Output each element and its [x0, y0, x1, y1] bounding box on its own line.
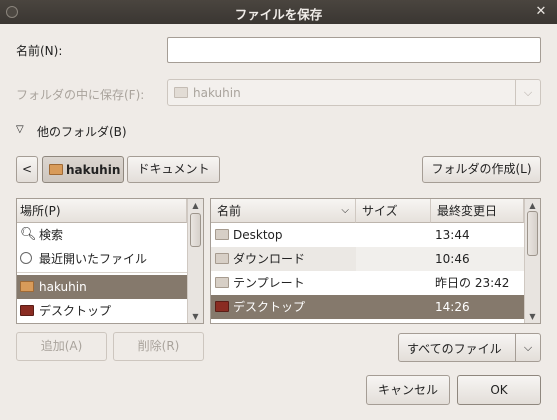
title-bar[interactable]: ファイルを保存 ✕: [0, 0, 557, 24]
file-size: [356, 247, 431, 271]
scroll-down-icon[interactable]: ▼: [525, 312, 540, 321]
places-header[interactable]: 場所(P): [17, 199, 187, 223]
file-modified: 昨日の 23:42: [435, 276, 510, 290]
folder-icon: [174, 87, 188, 98]
sort-chevron-down-icon: ⌵: [341, 205, 349, 216]
file-row[interactable]: Desktop 13:44: [211, 223, 524, 247]
clock-icon: [20, 252, 32, 264]
add-bookmark-button[interactable]: 追加(A): [16, 332, 107, 361]
desktop-folder-icon: [215, 301, 229, 312]
path-back-button[interactable]: <: [16, 156, 38, 183]
save-in-label: フォルダの中に保存(F):: [16, 88, 145, 102]
desktop-icon: [20, 305, 34, 316]
file-name: デスクトップ: [233, 300, 306, 314]
places-item-search[interactable]: 🔍︎ 検索: [17, 223, 187, 247]
templates-folder-icon: [215, 277, 229, 288]
places-pane: 場所(P) 🔍︎ 検索 最近開いたファイル hakuhin デスクトップ ▲ ▼: [16, 198, 204, 324]
save-file-dialog: ファイルを保存 ✕ 名前(N): フォルダの中に保存(F): hakuhin ⌵…: [0, 0, 557, 420]
places-item-desktop[interactable]: デスクトップ: [17, 299, 187, 323]
file-row[interactable]: テンプレート 昨日の 23:42: [211, 271, 524, 295]
places-item-label: デスクトップ: [39, 304, 112, 318]
places-scrollbar[interactable]: ▲ ▼: [187, 199, 203, 323]
path-current-label: hakuhin: [66, 163, 121, 177]
cancel-button[interactable]: キャンセル: [366, 375, 450, 405]
home-folder-icon: [49, 164, 63, 175]
column-size[interactable]: サイズ: [356, 199, 431, 223]
places-item-label: 検索: [39, 228, 64, 242]
remove-bookmark-button[interactable]: 削除(R): [113, 332, 204, 361]
places-item-label: 最近開いたファイル: [39, 252, 148, 266]
files-scrollbar[interactable]: ▲ ▼: [524, 199, 540, 323]
file-row[interactable]: ダウンロード 10:46: [211, 247, 524, 271]
search-icon: 🔍︎: [20, 227, 37, 242]
filename-input[interactable]: [167, 37, 541, 63]
places-item-home[interactable]: hakuhin: [17, 275, 187, 299]
file-name: テンプレート: [233, 276, 305, 290]
column-name-label: 名前: [217, 204, 242, 218]
filter-value: すべてのファイル: [407, 342, 502, 356]
expander-triangle-icon: ▽: [16, 124, 24, 135]
places-item-recent[interactable]: 最近開いたファイル: [17, 247, 187, 271]
download-folder-icon: [215, 253, 229, 264]
scroll-down-icon[interactable]: ▼: [188, 312, 203, 321]
home-folder-icon: [20, 281, 34, 292]
create-folder-button[interactable]: フォルダの作成(L): [422, 156, 541, 183]
close-icon[interactable]: ✕: [533, 4, 549, 20]
file-name: Desktop: [233, 228, 283, 242]
file-name: ダウンロード: [233, 252, 306, 266]
other-folders-label: 他のフォルダ(B): [37, 125, 127, 139]
places-item-label: hakuhin: [39, 280, 87, 294]
file-filter-combo[interactable]: すべてのファイル ⌵: [398, 333, 541, 362]
places-scroll-thumb[interactable]: [190, 213, 201, 247]
file-modified: 10:46: [435, 252, 470, 266]
files-pane: 名前 ⌵ サイズ 最終変更日 Desktop 13:44 ダウンロード 10:4…: [210, 198, 541, 324]
path-button-documents[interactable]: ドキュメント: [127, 156, 220, 183]
folder-icon: [215, 229, 229, 240]
name-label: 名前(N):: [16, 44, 63, 58]
save-in-folder-combo[interactable]: hakuhin ⌵: [167, 79, 541, 106]
path-button-hakuhin[interactable]: hakuhin: [42, 156, 124, 183]
files-scroll-thumb[interactable]: [527, 211, 538, 256]
window-title: ファイルを保存: [234, 7, 323, 22]
file-size: [356, 223, 431, 247]
file-modified: 14:26: [435, 300, 470, 314]
places-separator: [17, 272, 187, 273]
file-modified: 13:44: [435, 228, 470, 242]
file-size: [356, 295, 431, 319]
ok-button[interactable]: OK: [457, 375, 541, 405]
file-size: [356, 271, 431, 295]
chevron-down-icon: ⌵: [515, 80, 540, 105]
file-row-selected[interactable]: デスクトップ 14:26: [211, 295, 524, 319]
scroll-up-icon[interactable]: ▲: [188, 201, 203, 210]
column-modified[interactable]: 最終変更日: [431, 199, 524, 223]
scroll-up-icon[interactable]: ▲: [525, 201, 540, 210]
chevron-down-icon: ⌵: [515, 334, 540, 361]
save-in-value: hakuhin: [193, 86, 241, 100]
column-name[interactable]: 名前 ⌵: [211, 199, 356, 223]
